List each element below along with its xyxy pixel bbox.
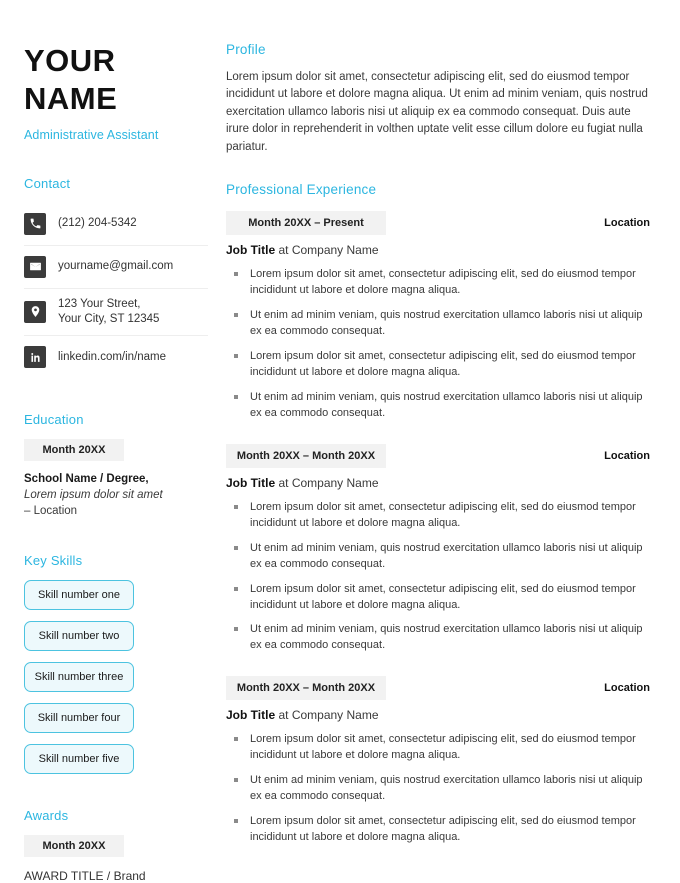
- phone-icon: [24, 212, 46, 235]
- education-date-chip: Month 20XX: [24, 439, 124, 462]
- experience-bullet: Lorem ipsum dolor sit amet, consectetur …: [226, 814, 652, 846]
- experience-bullet: Lorem ipsum dolor sit amet, consectetur …: [226, 500, 652, 532]
- experience-date-chip: Month 20XX – Month 20XX: [226, 443, 386, 468]
- experience-title-line: Job Title at Company Name: [226, 243, 652, 257]
- education-location: – Location: [24, 505, 78, 518]
- experience-entry: Month 20XX – Present Location Job Title …: [226, 211, 652, 422]
- email-icon: [24, 255, 46, 278]
- experience-job-title: Job Title: [226, 475, 276, 490]
- experience-bullet: Lorem ipsum dolor sit amet, consectetur …: [226, 732, 652, 764]
- location-pin-icon: [24, 300, 46, 323]
- experience-date-chip: Month 20XX – Present: [226, 211, 386, 236]
- contact-item-address[interactable]: 123 Your Street, Your City, ST 12345: [24, 289, 208, 337]
- job-role-subtitle: Administrative Assistant: [24, 127, 159, 142]
- skill-pill[interactable]: Skill number two: [24, 621, 134, 652]
- contact-heading: Contact: [24, 175, 71, 191]
- contact-phone-text: (212) 204-5342: [58, 216, 137, 229]
- experience-location: Location: [604, 449, 650, 462]
- experience-title-line: Job Title at Company Name: [226, 476, 652, 490]
- experience-at-word: at: [275, 708, 292, 723]
- key-skills-heading: Key Skills: [24, 553, 83, 569]
- skill-pill[interactable]: Skill number five: [24, 744, 134, 775]
- experience-bullet: Ut enim ad minim veniam, quis nostrud ex…: [226, 390, 652, 422]
- experience-at-word: at: [275, 243, 292, 258]
- experience-entry: Month 20XX – Month 20XX Location Job Tit…: [226, 676, 652, 846]
- experience-company: Company Name: [291, 243, 379, 258]
- education-heading: Education: [24, 412, 84, 428]
- experience-bullet: Ut enim ad minim veniam, quis nostrud ex…: [226, 773, 652, 805]
- experience-bullet: Lorem ipsum dolor sit amet, consectetur …: [226, 267, 652, 299]
- name-line-1: YOUR: [24, 43, 116, 78]
- experience-date-chip: Month 20XX – Month 20XX: [226, 676, 386, 701]
- skill-pill[interactable]: Skill number one: [24, 580, 134, 611]
- contact-address-text: 123 Your Street, Your City, ST 12345: [58, 297, 159, 328]
- resume-page: YOUR NAME Administrative Assistant Conta…: [0, 0, 680, 883]
- skill-pill[interactable]: Skill number three: [24, 662, 134, 693]
- profile-body: Lorem ipsum dolor sit amet, consectetur …: [226, 71, 648, 153]
- experience-location: Location: [604, 682, 650, 695]
- education-school: School Name / Degree,: [24, 473, 149, 486]
- education-entry: Month 20XX School Name / Degree, Lorem i…: [24, 439, 208, 519]
- experience-bullet: Lorem ipsum dolor sit amet, consectetur …: [226, 349, 652, 381]
- linkedin-icon: [24, 346, 46, 369]
- contact-item-email[interactable]: yourname@gmail.com: [24, 246, 208, 289]
- contact-linkedin-text: linkedin.com/in/name: [58, 350, 167, 363]
- experience-heading: Professional Experience: [226, 182, 377, 198]
- name-line-2: NAME: [24, 80, 118, 116]
- address-line-2: Your City, ST 12345: [58, 312, 160, 325]
- key-skills-list: Skill number one Skill number two Skill …: [24, 580, 208, 775]
- contact-item-linkedin[interactable]: linkedin.com/in/name: [24, 336, 208, 378]
- address-line-1: 123 Your Street,: [58, 297, 141, 310]
- experience-entry-header: Month 20XX – Month 20XX Location: [226, 676, 652, 701]
- experience-job-title: Job Title: [226, 243, 276, 258]
- experience-job-title: Job Title: [226, 708, 276, 723]
- contact-email-text: yourname@gmail.com: [58, 259, 174, 272]
- education-subtitle: Lorem ipsum dolor sit amet: [24, 489, 163, 502]
- experience-title-line: Job Title at Company Name: [226, 708, 652, 722]
- contact-item-phone[interactable]: (212) 204-5342: [24, 203, 208, 246]
- skill-pill[interactable]: Skill number four: [24, 703, 134, 734]
- awards-heading: Awards: [24, 808, 69, 824]
- experience-bullet: Lorem ipsum dolor sit amet, consectetur …: [226, 582, 652, 614]
- award-date-chip: Month 20XX: [24, 835, 124, 858]
- experience-company: Company Name: [291, 475, 379, 490]
- experience-bullets: Lorem ipsum dolor sit amet, consectetur …: [226, 732, 652, 846]
- experience-at-word: at: [275, 475, 292, 490]
- award-title: AWARD TITLE / Brand: [24, 869, 146, 883]
- sidebar-column: YOUR NAME Administrative Assistant Conta…: [24, 42, 220, 883]
- experience-bullets: Lorem ipsum dolor sit amet, consectetur …: [226, 267, 652, 422]
- name-block: YOUR NAME Administrative Assistant: [24, 42, 208, 142]
- experience-location: Location: [604, 217, 650, 230]
- experience-bullet: Ut enim ad minim veniam, quis nostrud ex…: [226, 541, 652, 573]
- experience-bullet: Ut enim ad minim veniam, quis nostrud ex…: [226, 308, 652, 340]
- profile-heading: Profile: [226, 42, 266, 57]
- awards-entry: Month 20XX AWARD TITLE / Brand: [24, 835, 208, 883]
- experience-entry: Month 20XX – Month 20XX Location Job Tit…: [226, 443, 652, 655]
- experience-company: Company Name: [291, 708, 379, 723]
- experience-bullets: Lorem ipsum dolor sit amet, consectetur …: [226, 500, 652, 655]
- experience-entry-header: Month 20XX – Month 20XX Location: [226, 443, 652, 468]
- main-column: Profile Lorem ipsum dolor sit amet, cons…: [220, 42, 652, 860]
- experience-bullet: Ut enim ad minim veniam, quis nostrud ex…: [226, 622, 652, 654]
- experience-entry-header: Month 20XX – Present Location: [226, 211, 652, 236]
- contact-list: (212) 204-5342 yourname@gmail.com 123 Yo…: [24, 203, 208, 379]
